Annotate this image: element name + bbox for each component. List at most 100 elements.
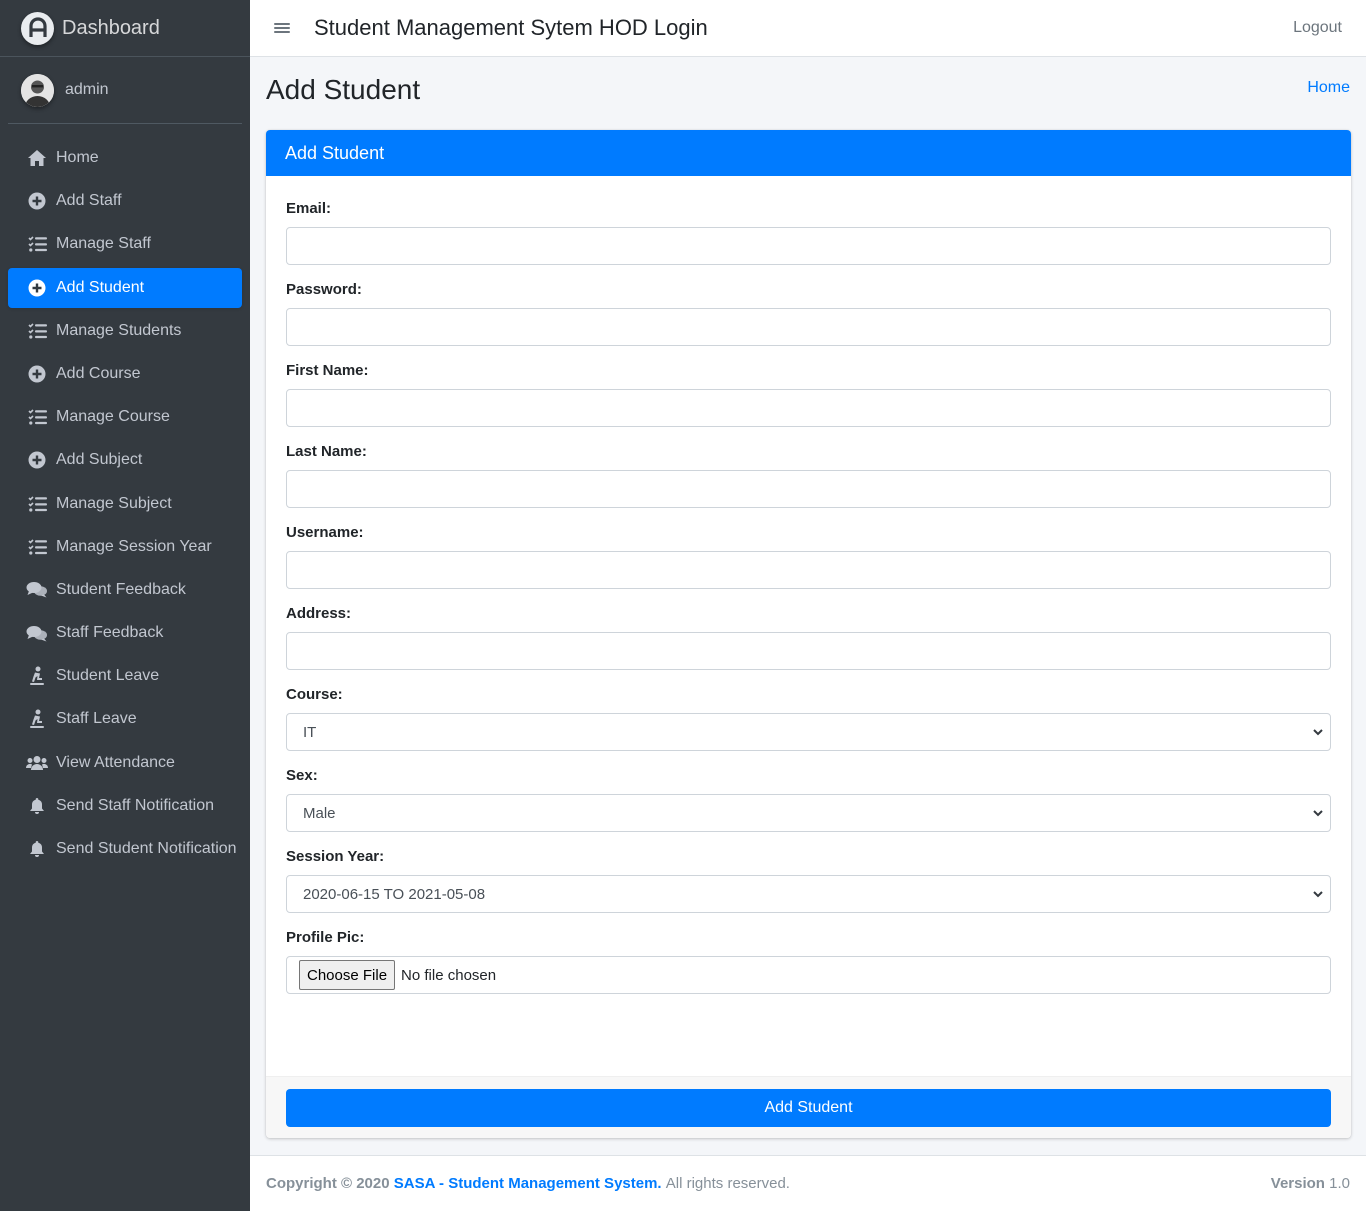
sidebar-item-manage-staff[interactable]: Manage Staff [8,224,242,264]
sex-select[interactable]: Male [286,794,1331,832]
sidebar-item-manage-students[interactable]: Manage Students [8,311,242,351]
users-icon [26,753,48,773]
comments-icon [26,623,48,643]
sidebar-item-add-staff[interactable]: Add Staff [8,181,242,221]
sidebar-item-label: Manage Session Year [56,537,212,555]
username-field[interactable] [286,551,1331,589]
tasks-icon [26,407,48,427]
footer-link[interactable]: SASA - Student Management System. [394,1175,662,1192]
card-footer: Add Student [266,1076,1351,1138]
chevron-down-icon [1313,729,1323,736]
sidebar-item-staff-feedback[interactable]: Staff Feedback [8,613,242,653]
sidebar-item-add-course[interactable]: Add Course [8,354,242,394]
choose-file-button[interactable]: Choose File [299,960,396,990]
session-year-select[interactable]: 2020-06-15 TO 2021-05-08 [286,875,1331,913]
page-footer: Copyright © 2020 SASA - Student Manageme… [250,1155,1366,1211]
course-label: Course: [286,686,343,703]
last-name-field[interactable] [286,470,1331,508]
course-selected-value: IT [303,723,317,741]
sidebar-item-manage-subject[interactable]: Manage Subject [8,484,242,524]
footer-rights: All rights reserved. [665,1175,790,1192]
add-student-card: Add Student Email: Password: First Name:… [266,130,1351,1138]
sidebar-item-label: Home [56,149,99,166]
email-field[interactable] [286,227,1331,265]
bell-icon [26,839,48,859]
sidebar-item-label: Manage Students [56,321,182,339]
sidebar-item-student-leave[interactable]: Student Leave [8,656,242,696]
chevron-down-icon [1313,810,1323,817]
sidebar-item-staff-leave[interactable]: Staff Leave [8,699,242,739]
course-group: Course: IT [286,686,1331,751]
sidebar-item-label: Manage Staff [56,235,151,253]
brand-link[interactable]: Dashboard [0,0,250,57]
sidebar-item-label: Send Student Notification [56,840,237,857]
tasks-icon [26,321,48,341]
page-title: Add Student [266,74,421,105]
first-name-group: First Name: [286,362,1331,427]
sidebar-item-add-student[interactable]: Add Student [8,267,242,308]
card-body: Email: Password: First Name: Last Name: … [266,176,1351,994]
bell-icon [26,796,48,816]
course-select[interactable]: IT [286,713,1331,751]
sidebar-item-label: View Attendance [56,753,175,771]
plus-circle-icon [26,364,48,384]
session-year-selected-value: 2020-06-15 TO 2021-05-08 [303,885,486,903]
sidebar-item-label: Student Leave [56,667,160,685]
email-group: Email: [286,200,1331,265]
username-group: Username: [286,524,1331,589]
sidebar-item-label: Add Subject [56,451,143,469]
chevron-down-icon [1313,891,1323,898]
avatar [21,73,54,107]
breadcrumb-home[interactable]: Home [1307,79,1350,97]
sidebar-item-label: Send Staff Notification [56,796,215,814]
sidebar-item-label: Manage Course [56,408,170,426]
password-field[interactable] [286,308,1331,346]
version-label: Version [1270,1175,1325,1192]
top-navbar: Student Management Sytem HOD Login Logou… [250,0,1366,57]
sidebar-item-student-feedback[interactable]: Student Feedback [8,570,242,610]
sidebar-item-label: Staff Leave [56,710,137,728]
profile-pic-field[interactable]: Choose File No file chosen [286,956,1331,994]
sidebar-item-view-attendance[interactable]: View Attendance [8,743,242,783]
leave-icon [26,709,48,729]
sidebar-item-manage-course[interactable]: Manage Course [8,397,242,437]
address-field[interactable] [286,632,1331,670]
address-group: Address: [286,605,1331,670]
sidebar-item-label: Staff Feedback [56,624,164,642]
home-icon [26,148,48,168]
first-name-field[interactable] [286,389,1331,427]
sidebar-item-send-student-notification[interactable]: Send Student Notification [8,829,242,869]
footer-version: Version 1.0 [1271,1175,1350,1192]
user-name: admin [65,81,109,98]
sidebar-item-label: Add Student [56,278,145,296]
logout-link[interactable]: Logout [1293,19,1342,37]
profile-pic-group: Profile Pic: Choose File No file chosen [286,929,1331,994]
profile-pic-label: Profile Pic: [286,929,365,946]
brand-title: Dashboard [62,16,160,39]
sidebar: Dashboard admin Home Add Staff Manage Staf… [0,0,250,1211]
user-panel[interactable]: admin [8,57,242,124]
email-label: Email: [286,200,332,217]
sex-label: Sex: [286,767,318,784]
tasks-icon [26,234,48,254]
add-student-button[interactable]: Add Student [286,1089,1331,1127]
sidebar-item-label: Student Feedback [56,580,186,598]
sidebar-item-manage-session-year[interactable]: Manage Session Year [8,527,242,567]
last-name-group: Last Name: [286,443,1331,508]
password-group: Password: [286,281,1331,346]
menu-toggle-icon[interactable] [274,21,290,35]
leave-icon [26,666,48,686]
address-label: Address: [286,605,352,622]
version-number: 1.0 [1329,1175,1350,1192]
app-title: Student Management Sytem HOD Login [314,15,708,40]
tasks-icon [26,537,48,557]
brand-logo-icon [21,11,54,45]
password-label: Password: [286,281,362,298]
sidebar-item-home[interactable]: Home [8,138,242,178]
username-label: Username: [286,524,364,541]
sidebar-item-send-staff-notification[interactable]: Send Staff Notification [8,786,242,826]
sidebar-item-label: Manage Subject [56,494,172,512]
sidebar-item-label: Add Course [56,364,141,382]
sidebar-item-add-subject[interactable]: Add Subject [8,440,242,480]
plus-circle-icon [26,450,48,470]
